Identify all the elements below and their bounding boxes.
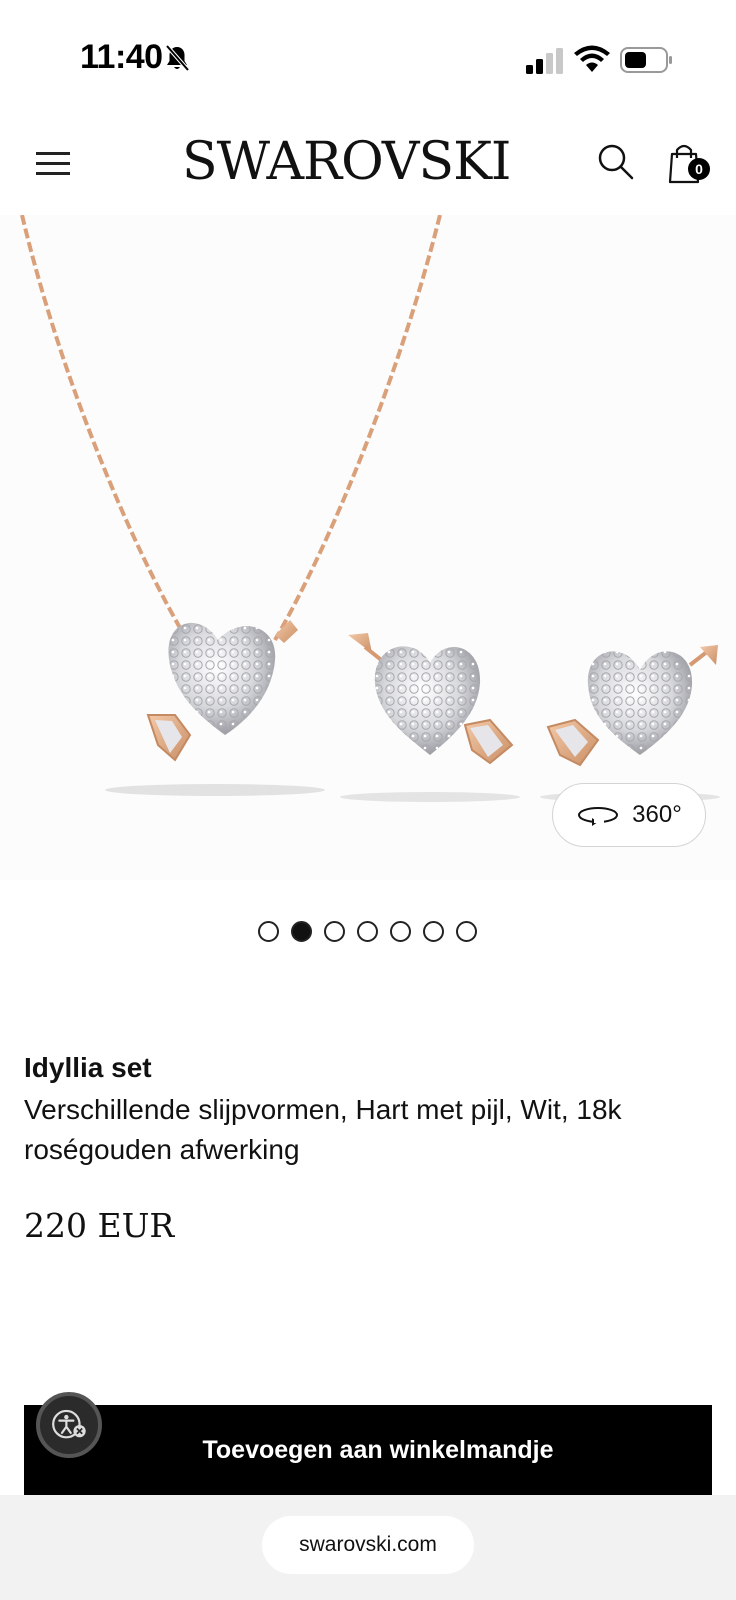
pendant-heart xyxy=(146,620,298,762)
product-photo xyxy=(20,215,720,802)
menu-icon-line xyxy=(36,172,70,175)
status-time: 11:40 xyxy=(80,38,163,76)
signal-icon xyxy=(526,48,563,74)
rotate-360-icon xyxy=(578,807,619,826)
menu-button[interactable] xyxy=(30,146,72,178)
image-carousel-dots xyxy=(258,921,477,943)
menu-icon xyxy=(36,152,70,155)
search-icon[interactable] xyxy=(596,142,636,182)
battery-icon xyxy=(620,47,672,73)
carousel-dot[interactable] xyxy=(456,921,477,942)
shadow xyxy=(105,784,325,796)
necklace-chain xyxy=(273,215,442,642)
carousel-dot[interactable] xyxy=(291,921,312,942)
carousel-dot[interactable] xyxy=(423,921,444,942)
add-to-cart-label: Toevoegen aan winkelmandje xyxy=(202,1435,554,1464)
carousel-dot[interactable] xyxy=(390,921,411,942)
product-image[interactable] xyxy=(0,215,736,880)
necklace-chain xyxy=(20,215,192,647)
url-bar[interactable]: swarovski.com xyxy=(262,1516,474,1574)
carousel-dot[interactable] xyxy=(324,921,345,942)
carousel-dot[interactable] xyxy=(357,921,378,942)
url-text: swarovski.com xyxy=(299,1533,437,1556)
view-360-button[interactable]: 360° xyxy=(552,783,706,847)
menu-icon-line xyxy=(36,162,70,165)
brand-logo[interactable]: SWAROVSKI xyxy=(182,132,511,192)
product-price: 220 EUR xyxy=(24,1206,175,1245)
earring-left xyxy=(348,633,514,765)
accessibility-icon[interactable] xyxy=(36,1392,102,1458)
wifi-icon xyxy=(574,45,610,72)
carousel-dot[interactable] xyxy=(258,921,279,942)
site-header: SWAROVSKI xyxy=(0,110,736,215)
product-name: Idyllia set xyxy=(24,1052,152,1083)
view-360-label: 360° xyxy=(632,801,682,828)
cart-count-badge: 0 xyxy=(688,158,710,180)
bell-off-icon xyxy=(165,44,190,72)
shadow xyxy=(340,792,520,802)
status-bar: 11:40 xyxy=(0,0,736,110)
earring-right xyxy=(546,645,718,767)
add-to-cart-button[interactable]: Toevoegen aan winkelmandje xyxy=(24,1405,712,1495)
product-description: Verschillende slijpvormen, Hart met pijl… xyxy=(24,1094,622,1165)
